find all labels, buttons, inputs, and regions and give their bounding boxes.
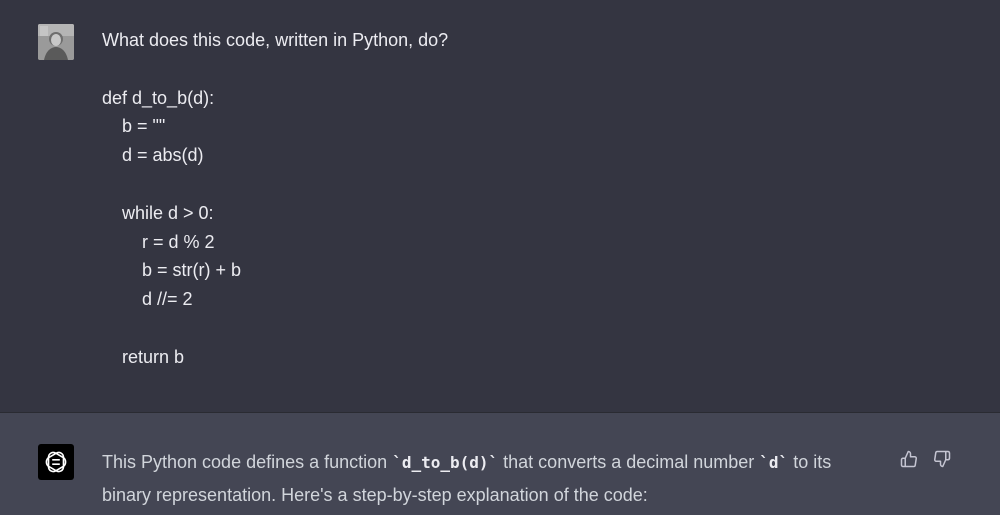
thumbs-up-button[interactable] xyxy=(899,449,919,469)
code-line: b = "" xyxy=(122,116,166,137)
thumbs-down-button[interactable] xyxy=(932,449,952,469)
user-question: What does this code, written in Python, … xyxy=(102,30,449,50)
code-snippet: def d_to_b(d): b = "" d = abs(d) while d… xyxy=(102,84,862,372)
inline-code: `d` xyxy=(759,453,789,472)
code-line: b = str(r) + b xyxy=(142,260,242,281)
code-line: return b xyxy=(122,346,185,367)
code-line: def d_to_b(d): xyxy=(102,87,215,108)
openai-logo-icon xyxy=(38,444,74,480)
code-line: while d > 0: xyxy=(122,202,214,223)
assistant-message-text: This Python code defines a function `d_t… xyxy=(102,446,882,512)
assistant-message: This Python code defines a function `d_t… xyxy=(0,412,1000,515)
code-line: d = abs(d) xyxy=(122,145,204,166)
user-avatar-icon xyxy=(38,24,74,60)
user-message-text: What does this code, written in Python, … xyxy=(102,26,862,372)
assistant-text-part: This Python code defines a function xyxy=(102,452,393,472)
assistant-text-part: that converts a decimal number xyxy=(498,452,760,472)
user-message: What does this code, written in Python, … xyxy=(0,0,1000,412)
thumbs-up-icon xyxy=(900,450,917,468)
user-avatar xyxy=(38,24,74,60)
thumbs-down-icon xyxy=(934,450,951,468)
inline-code: `d_to_b(d)` xyxy=(392,453,499,472)
code-line: r = d % 2 xyxy=(142,231,215,252)
code-line: d //= 2 xyxy=(142,289,193,310)
